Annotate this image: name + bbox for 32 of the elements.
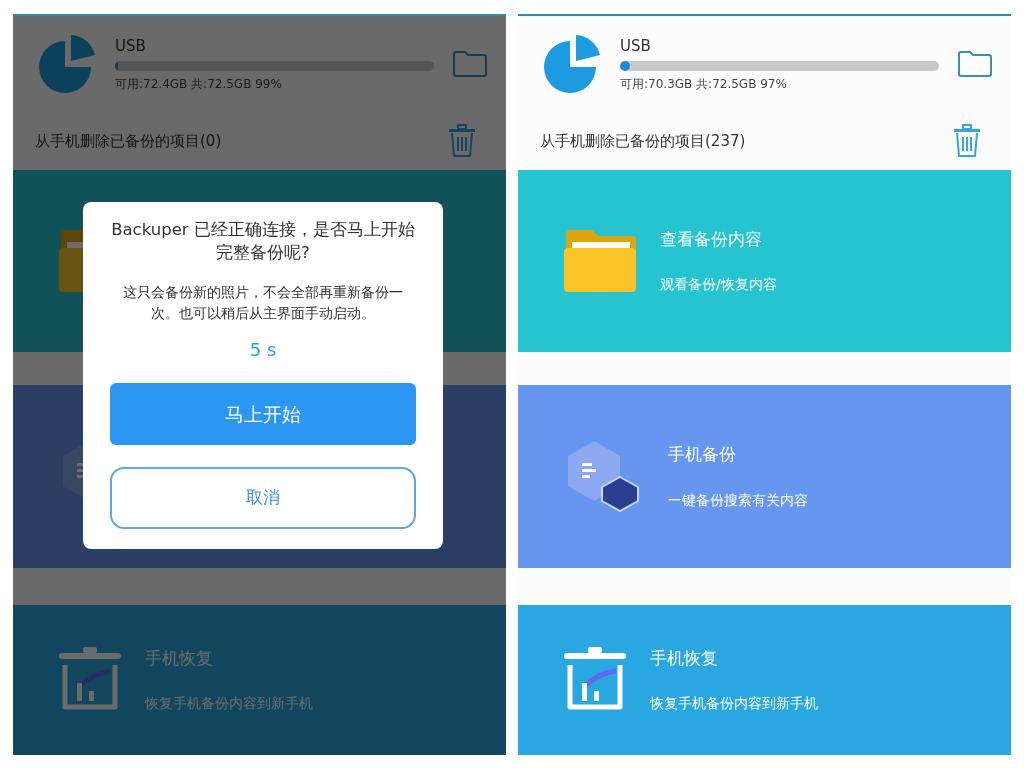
action-card[interactable]: 手机恢复 恢复手机备份内容到新手机 — [518, 605, 1011, 755]
trash-icon[interactable] — [953, 124, 981, 158]
delete-backed-up-label: 从手机删除已备份的项目(0) — [35, 130, 222, 152]
bin-icon — [59, 647, 121, 713]
action-card[interactable]: 手机恢复 恢复手机备份内容到新手机 — [13, 605, 506, 755]
trash-icon[interactable] — [448, 124, 476, 158]
card-subtitle: 一键备份搜索有关内容 — [668, 490, 808, 510]
dialog-title: Backuper 已经正确连接，是否马上开始完整备份呢? — [110, 219, 416, 265]
card-subtitle: 恢复手机备份内容到新手机 — [145, 694, 313, 714]
bin-icon — [564, 647, 626, 713]
storage-info: 可用:72.4GB 共:72.5GB 99% — [115, 76, 283, 94]
card-subtitle: 恢复手机备份内容到新手机 — [650, 694, 818, 714]
folder-icon — [564, 230, 636, 292]
card-title: 手机恢复 — [145, 646, 214, 670]
card-title: 手机恢复 — [650, 646, 719, 670]
folder-icon[interactable] — [452, 50, 488, 78]
start-now-button[interactable]: 马上开始 — [110, 383, 416, 446]
folder-icon[interactable] — [957, 50, 993, 78]
dialog-message: 这只会备份新的照片，不会全部再重新备份一次。也可以稍后从主界面手动启动。 — [122, 283, 404, 324]
storage-label: USB — [620, 35, 652, 57]
storage-info: 可用:70.3GB 共:72.5GB 97% — [620, 76, 788, 94]
storage-label: USB — [115, 35, 147, 57]
delete-backed-up-label: 从手机删除已备份的项目(237) — [540, 130, 746, 152]
card-subtitle: 观看备份/恢复内容 — [660, 275, 777, 295]
pie-chart-icon — [39, 35, 97, 93]
countdown: 5 s — [248, 338, 278, 363]
pie-chart-icon — [544, 35, 602, 93]
cancel-button[interactable]: 取消 — [110, 467, 416, 530]
action-card[interactable]: 查看备份内容 观看备份/恢复内容 — [518, 170, 1011, 352]
card-title: 查看备份内容 — [660, 227, 763, 251]
action-card[interactable]: 手机备份 一键备份搜索有关内容 — [518, 385, 1011, 568]
card-title: 手机备份 — [668, 443, 737, 467]
